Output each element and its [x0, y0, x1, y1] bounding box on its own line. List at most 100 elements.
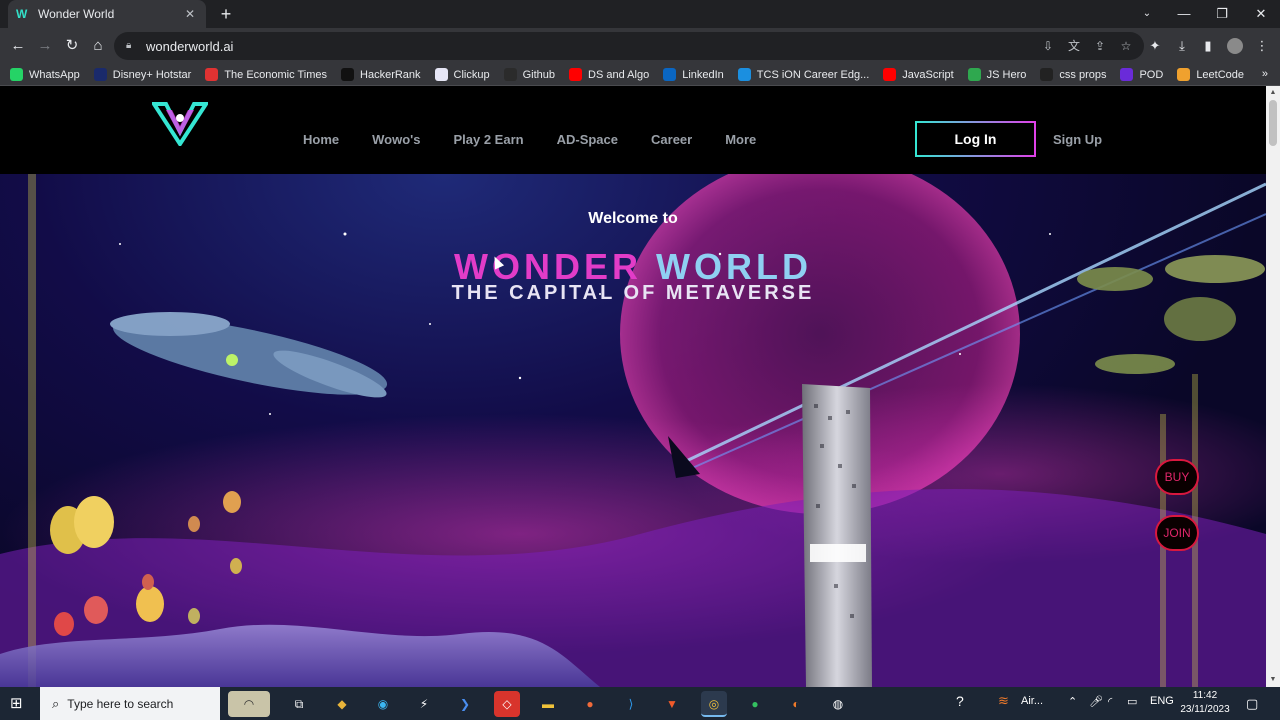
windows-start-icon[interactable]: ⊞	[10, 696, 26, 712]
taskbar-clock[interactable]: 11:42 23/11/2023	[1178, 689, 1232, 717]
bookmark-item[interactable]: LinkedIn	[663, 68, 724, 81]
bookmark-item[interactable]: JavaScript	[883, 68, 954, 81]
nav-link-home[interactable]: Home	[303, 132, 339, 147]
maximize-icon[interactable]: ❐	[1203, 0, 1241, 28]
bookmark-item[interactable]: LeetCode	[1177, 68, 1244, 81]
bookmark-label: POD	[1139, 68, 1164, 81]
brave-browser-icon[interactable]: ▼	[659, 691, 685, 717]
minimize-icon[interactable]: —	[1165, 0, 1203, 28]
new-tab-icon[interactable]: +	[216, 4, 236, 24]
home-icon[interactable]: ⌂	[88, 36, 108, 56]
firefox-icon[interactable]: ◐	[783, 691, 809, 717]
signup-link[interactable]: Sign Up	[1053, 132, 1102, 147]
login-button[interactable]: Log In	[915, 121, 1036, 157]
bookmark-item[interactable]: TCS iON Career Edg...	[737, 68, 870, 81]
nav-link-play-2-earn[interactable]: Play 2 Earn	[453, 132, 523, 147]
bookmark-item[interactable]: Clickup	[434, 68, 490, 81]
bookmark-item[interactable]: JS Hero	[967, 68, 1027, 81]
language-indicator[interactable]: ENG	[1150, 695, 1174, 707]
hero-title-word-2: WORLD	[656, 246, 812, 287]
url-text: wonderworld.ai	[146, 38, 234, 54]
tab-close-icon[interactable]: ✕	[182, 7, 198, 21]
weather-icon[interactable]: ≋	[998, 693, 1009, 709]
bookmark-item[interactable]: POD	[1120, 68, 1163, 81]
pod-icon	[1120, 68, 1134, 81]
back-icon[interactable]: ←	[8, 36, 28, 56]
chrome-browser-icon[interactable]: ◎	[701, 691, 727, 717]
bookmark-label: WhatsApp	[29, 68, 80, 81]
bookmark-label: Github	[522, 68, 556, 81]
vscode-icon[interactable]: ⟩	[618, 691, 644, 717]
wifi-icon[interactable]: ◜	[1108, 695, 1112, 708]
bookmark-item[interactable]: Disney+ Hotstar	[93, 68, 191, 81]
edge-browser-icon[interactable]: ◉	[370, 691, 396, 717]
profile-avatar-icon[interactable]	[1227, 38, 1243, 54]
main-nav: Home Wowo's Play 2 Earn AD-Space Career More	[303, 132, 756, 147]
reload-icon[interactable]: ↻	[62, 36, 82, 56]
buy-button[interactable]: BUY	[1155, 459, 1199, 495]
obs-recorder-icon[interactable]: ◍	[825, 691, 851, 717]
bookmark-item[interactable]: HackerRank	[341, 68, 421, 81]
taskbar-search-box[interactable]: ⌕ Type here to search	[40, 687, 220, 720]
clickup-icon	[434, 68, 448, 81]
microphone-icon[interactable]: 🎤︎	[1089, 695, 1103, 708]
share-icon[interactable]: ⇪	[1092, 38, 1108, 54]
anydesk-icon[interactable]: ◇	[494, 691, 520, 717]
bookmark-item[interactable]: The Economic Times	[205, 68, 327, 81]
omnibox-actions: ⇩ 文 ⇪ ☆	[1040, 38, 1134, 54]
bookmark-label: JS Hero	[986, 68, 1027, 81]
forward-icon[interactable]: →	[35, 36, 55, 56]
menu-kebab-icon[interactable]: ⋮	[1254, 38, 1270, 54]
tab-search-icon[interactable]: ⌄	[1128, 0, 1166, 28]
youtube-icon	[569, 68, 583, 81]
extensions-icon[interactable]: ✦	[1147, 38, 1163, 54]
nav-link-more[interactable]: More	[725, 132, 756, 147]
bookmark-star-icon[interactable]: ☆	[1118, 38, 1134, 54]
bookmark-label: Clickup	[453, 68, 490, 81]
bookmark-label: The Economic Times	[224, 68, 328, 81]
scrollbar-thumb[interactable]	[1269, 100, 1277, 146]
install-app-icon[interactable]: ⇩	[1040, 38, 1056, 54]
clock-date: 23/11/2023	[1180, 704, 1230, 715]
page-viewport: Home Wowo's Play 2 Earn AD-Space Career More …	[0, 86, 1266, 687]
lightning-app-icon[interactable]: ⚡︎	[411, 691, 437, 717]
hotstar-icon	[93, 68, 107, 81]
side-panel-icon[interactable]: ▮	[1200, 38, 1216, 54]
address-bar[interactable]: 🔒︎ wonderworld.ai ⇩ 文 ⇪ ☆	[114, 32, 1144, 60]
page-scrollbar[interactable]: ▲ ▼	[1266, 86, 1280, 687]
hero-welcome-text: Welcome to	[588, 210, 678, 227]
tray-expand-icon[interactable]: ⌃	[1068, 695, 1077, 708]
file-explorer-icon[interactable]: ▬	[535, 691, 561, 717]
bookmark-item[interactable]: Github	[503, 68, 556, 81]
bookmark-item[interactable]: WhatsApp	[10, 68, 80, 81]
more-bookmarks-icon[interactable]: »	[1262, 68, 1268, 80]
git-app-icon[interactable]: ◆	[329, 691, 355, 717]
nav-link-ad-space[interactable]: AD-Space	[557, 132, 618, 147]
nav-link-wowo-s[interactable]: Wowo's	[372, 132, 420, 147]
leetcode-icon	[1177, 68, 1191, 81]
join-button[interactable]: JOIN	[1155, 515, 1199, 551]
scroll-down-arrow-icon[interactable]: ▼	[1266, 673, 1280, 687]
browser-toolbar: ← → ↻ ⌂ 🔒︎ wonderworld.ai ⇩ 文 ⇪ ☆ ✦ ⤓ ▮ …	[0, 28, 1280, 64]
downloads-icon[interactable]: ⤓	[1174, 38, 1190, 54]
task-view-icon[interactable]: ⧉	[286, 691, 312, 717]
bookmark-label: TCS iON Career Edg...	[756, 68, 870, 81]
help-icon[interactable]: ?	[956, 693, 964, 709]
browser-tab[interactable]: W Wonder World ✕	[8, 0, 206, 28]
notification-icon[interactable]: ▢	[1246, 696, 1258, 712]
whatsapp-app-icon[interactable]: ●	[742, 691, 768, 717]
battery-icon[interactable]: ▭	[1127, 695, 1137, 708]
wonderworld-logo-icon[interactable]	[152, 102, 208, 146]
browser-tab-bar: W Wonder World ✕ + ⌄ — ❐ ✕	[0, 0, 1280, 28]
search-highlight-icon[interactable]: ◠	[228, 691, 270, 717]
weather-label[interactable]: Air...	[1021, 695, 1043, 707]
nav-link-career[interactable]: Career	[651, 132, 692, 147]
scroll-up-arrow-icon[interactable]: ▲	[1266, 86, 1280, 100]
bookmark-item[interactable]: css props	[1040, 68, 1106, 81]
bookmark-item[interactable]: DS and Algo	[569, 68, 649, 81]
bookmark-label: JavaScript	[902, 68, 954, 81]
translate-icon[interactable]: 文	[1066, 38, 1082, 54]
powershell-icon[interactable]: ❯	[452, 691, 478, 717]
window-close-icon[interactable]: ✕	[1242, 0, 1280, 28]
postman-icon[interactable]: ●	[577, 691, 603, 717]
